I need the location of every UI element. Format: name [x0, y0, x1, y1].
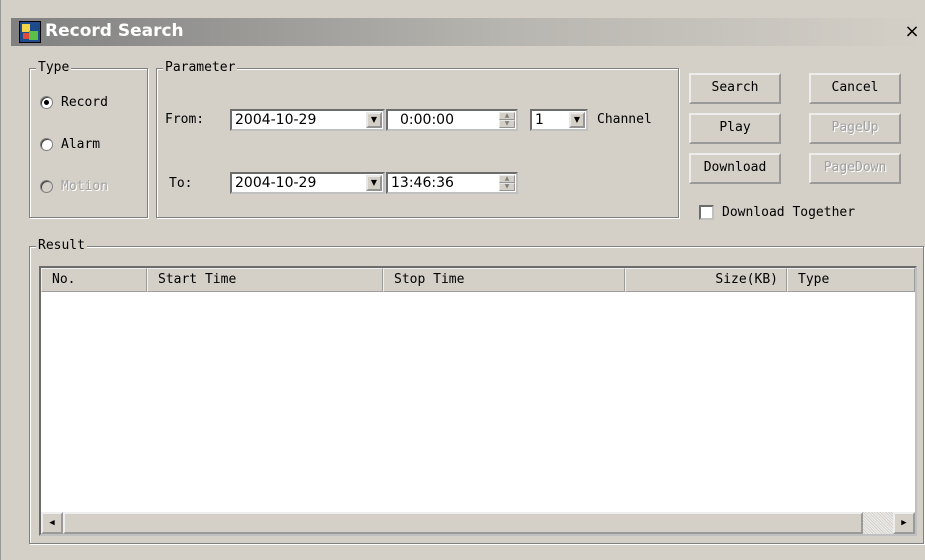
motion-radio-label: Motion — [61, 179, 108, 194]
channel-label: Channel — [597, 112, 652, 127]
play-button[interactable]: Play — [689, 113, 781, 144]
alarm-radio[interactable]: Alarm — [40, 137, 100, 152]
from-time-value: 0:00:00 — [400, 112, 454, 128]
column-header-size[interactable]: Size(KB) — [625, 268, 787, 292]
type-group: Type Record Alarm Motion — [29, 60, 148, 218]
record-radio-label: Record — [61, 95, 108, 110]
column-header-no[interactable]: No. — [41, 268, 147, 292]
column-header-type[interactable]: Type — [787, 268, 915, 292]
scroll-right-icon[interactable]: ▶ — [893, 512, 915, 534]
result-group-legend: Result — [36, 238, 87, 254]
to-date-value: 2004-10-29 — [235, 175, 317, 191]
radio-unchecked-icon — [40, 138, 53, 151]
cancel-button[interactable]: Cancel — [809, 73, 901, 104]
alarm-radio-label: Alarm — [61, 137, 101, 152]
chevron-down-icon[interactable]: ▼ — [569, 112, 585, 128]
result-list-header: No. Start Time Stop Time Size(KB) Type — [41, 268, 915, 292]
from-time-field[interactable]: 0:00:00 ▲ ▼ — [386, 109, 518, 131]
checkbox-unchecked-icon — [699, 205, 714, 220]
scrollbar-track[interactable] — [863, 512, 893, 534]
record-search-dialog: Record Search × Type Record Alarm Motion… — [0, 0, 925, 560]
from-date-value: 2004-10-29 — [235, 112, 317, 128]
radio-checked-icon — [40, 96, 53, 109]
download-together-checkbox[interactable]: Download Together — [699, 205, 855, 220]
chevron-down-icon[interactable]: ▼ — [366, 112, 382, 128]
channel-select[interactable]: 1 ▼ — [530, 109, 588, 131]
page-up-button: PageUp — [809, 113, 901, 144]
search-button[interactable]: Search — [689, 73, 781, 104]
from-label: From: — [165, 112, 205, 127]
chevron-down-icon[interactable]: ▼ — [366, 175, 382, 191]
scroll-left-icon[interactable]: ◀ — [41, 512, 63, 534]
parameter-group-legend: Parameter — [163, 60, 238, 76]
title-bar[interactable]: Record Search × — [11, 18, 925, 46]
scrollbar-thumb[interactable] — [63, 512, 863, 534]
to-time-spinner[interactable]: ▲ ▼ — [499, 175, 515, 191]
page-down-button: PageDown — [809, 153, 901, 184]
window-title: Record Search — [45, 21, 184, 41]
result-list[interactable]: No. Start Time Stop Time Size(KB) Type ◀… — [39, 266, 917, 536]
from-date-picker[interactable]: 2004-10-29 ▼ — [230, 109, 385, 131]
channel-value: 1 — [535, 112, 544, 128]
to-time-value: 13:46:36 — [391, 175, 454, 191]
horizontal-scrollbar[interactable]: ◀ ▶ — [41, 512, 915, 534]
radio-unchecked-icon — [40, 180, 53, 193]
download-together-label: Download Together — [722, 205, 856, 220]
from-time-spinner[interactable]: ▲ ▼ — [499, 112, 515, 128]
close-button[interactable]: × — [902, 22, 922, 42]
to-label: To: — [169, 176, 193, 191]
record-radio[interactable]: Record — [40, 95, 108, 110]
column-header-stop-time[interactable]: Stop Time — [383, 268, 625, 292]
column-header-start-time[interactable]: Start Time — [147, 268, 383, 292]
type-group-legend: Type — [36, 60, 72, 76]
to-date-picker[interactable]: 2004-10-29 ▼ — [230, 172, 385, 194]
motion-radio: Motion — [40, 179, 108, 194]
download-button[interactable]: Download — [689, 153, 781, 184]
parameter-group: Parameter From: 2004-10-29 ▼ 0:00:00 ▲ ▼ … — [156, 60, 679, 218]
app-icon — [19, 21, 41, 43]
to-time-field[interactable]: 13:46:36 ▲ ▼ — [386, 172, 518, 194]
